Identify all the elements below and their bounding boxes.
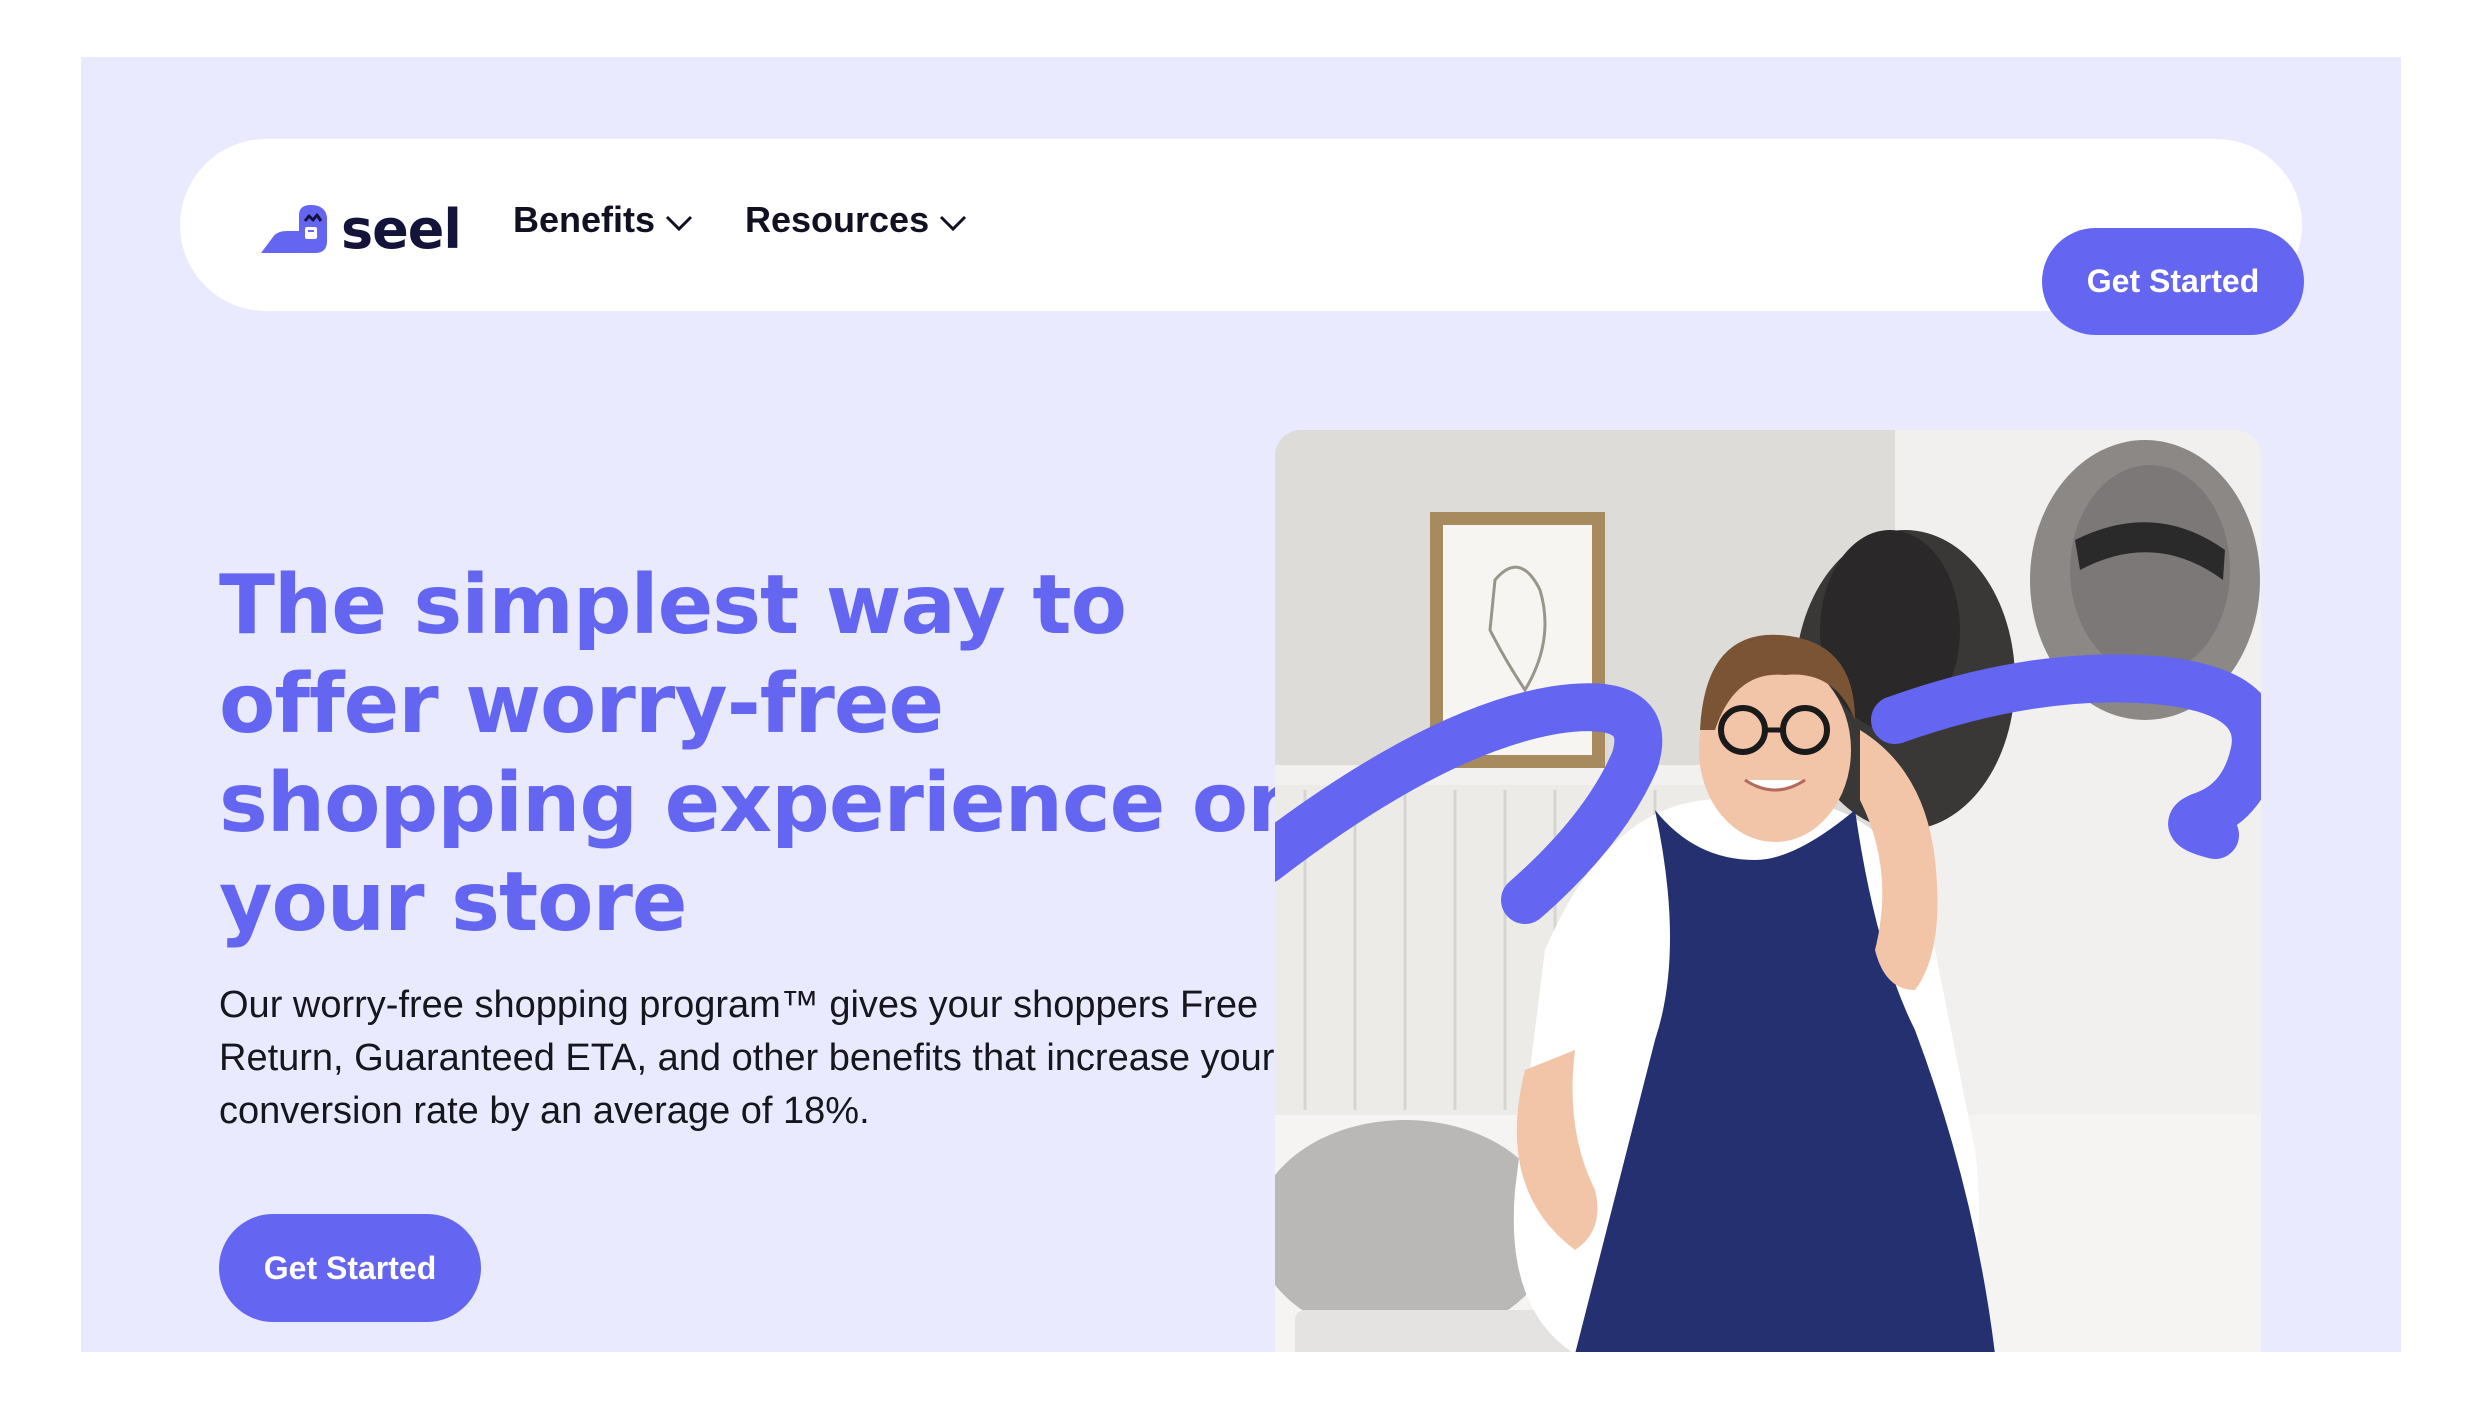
hero-title: The simplest way to offer worry-free sho… (219, 558, 1305, 950)
brand-logo[interactable]: seel (259, 195, 462, 261)
chevron-down-icon (655, 199, 693, 241)
navbar: seel Benefits Resources Get Started (180, 139, 2304, 335)
hero-subtitle: Our worry-free shopping program™ gives y… (219, 984, 1275, 1132)
seel-logo-icon (259, 201, 333, 255)
hero-get-started-button[interactable]: Get Started (219, 1214, 481, 1322)
nav-get-started-button[interactable]: Get Started (2042, 228, 2304, 335)
chevron-down-icon (929, 199, 967, 241)
page-frame: seel Benefits Resources Get Started The … (81, 57, 2401, 1352)
nav-benefits[interactable]: Benefits (513, 199, 693, 241)
hero-photo (1275, 430, 2261, 1352)
nav-benefits-label: Benefits (513, 199, 656, 240)
brand-name: seel (341, 198, 462, 261)
nav-resources[interactable]: Resources (745, 199, 967, 241)
nav-resources-label: Resources (745, 199, 930, 240)
